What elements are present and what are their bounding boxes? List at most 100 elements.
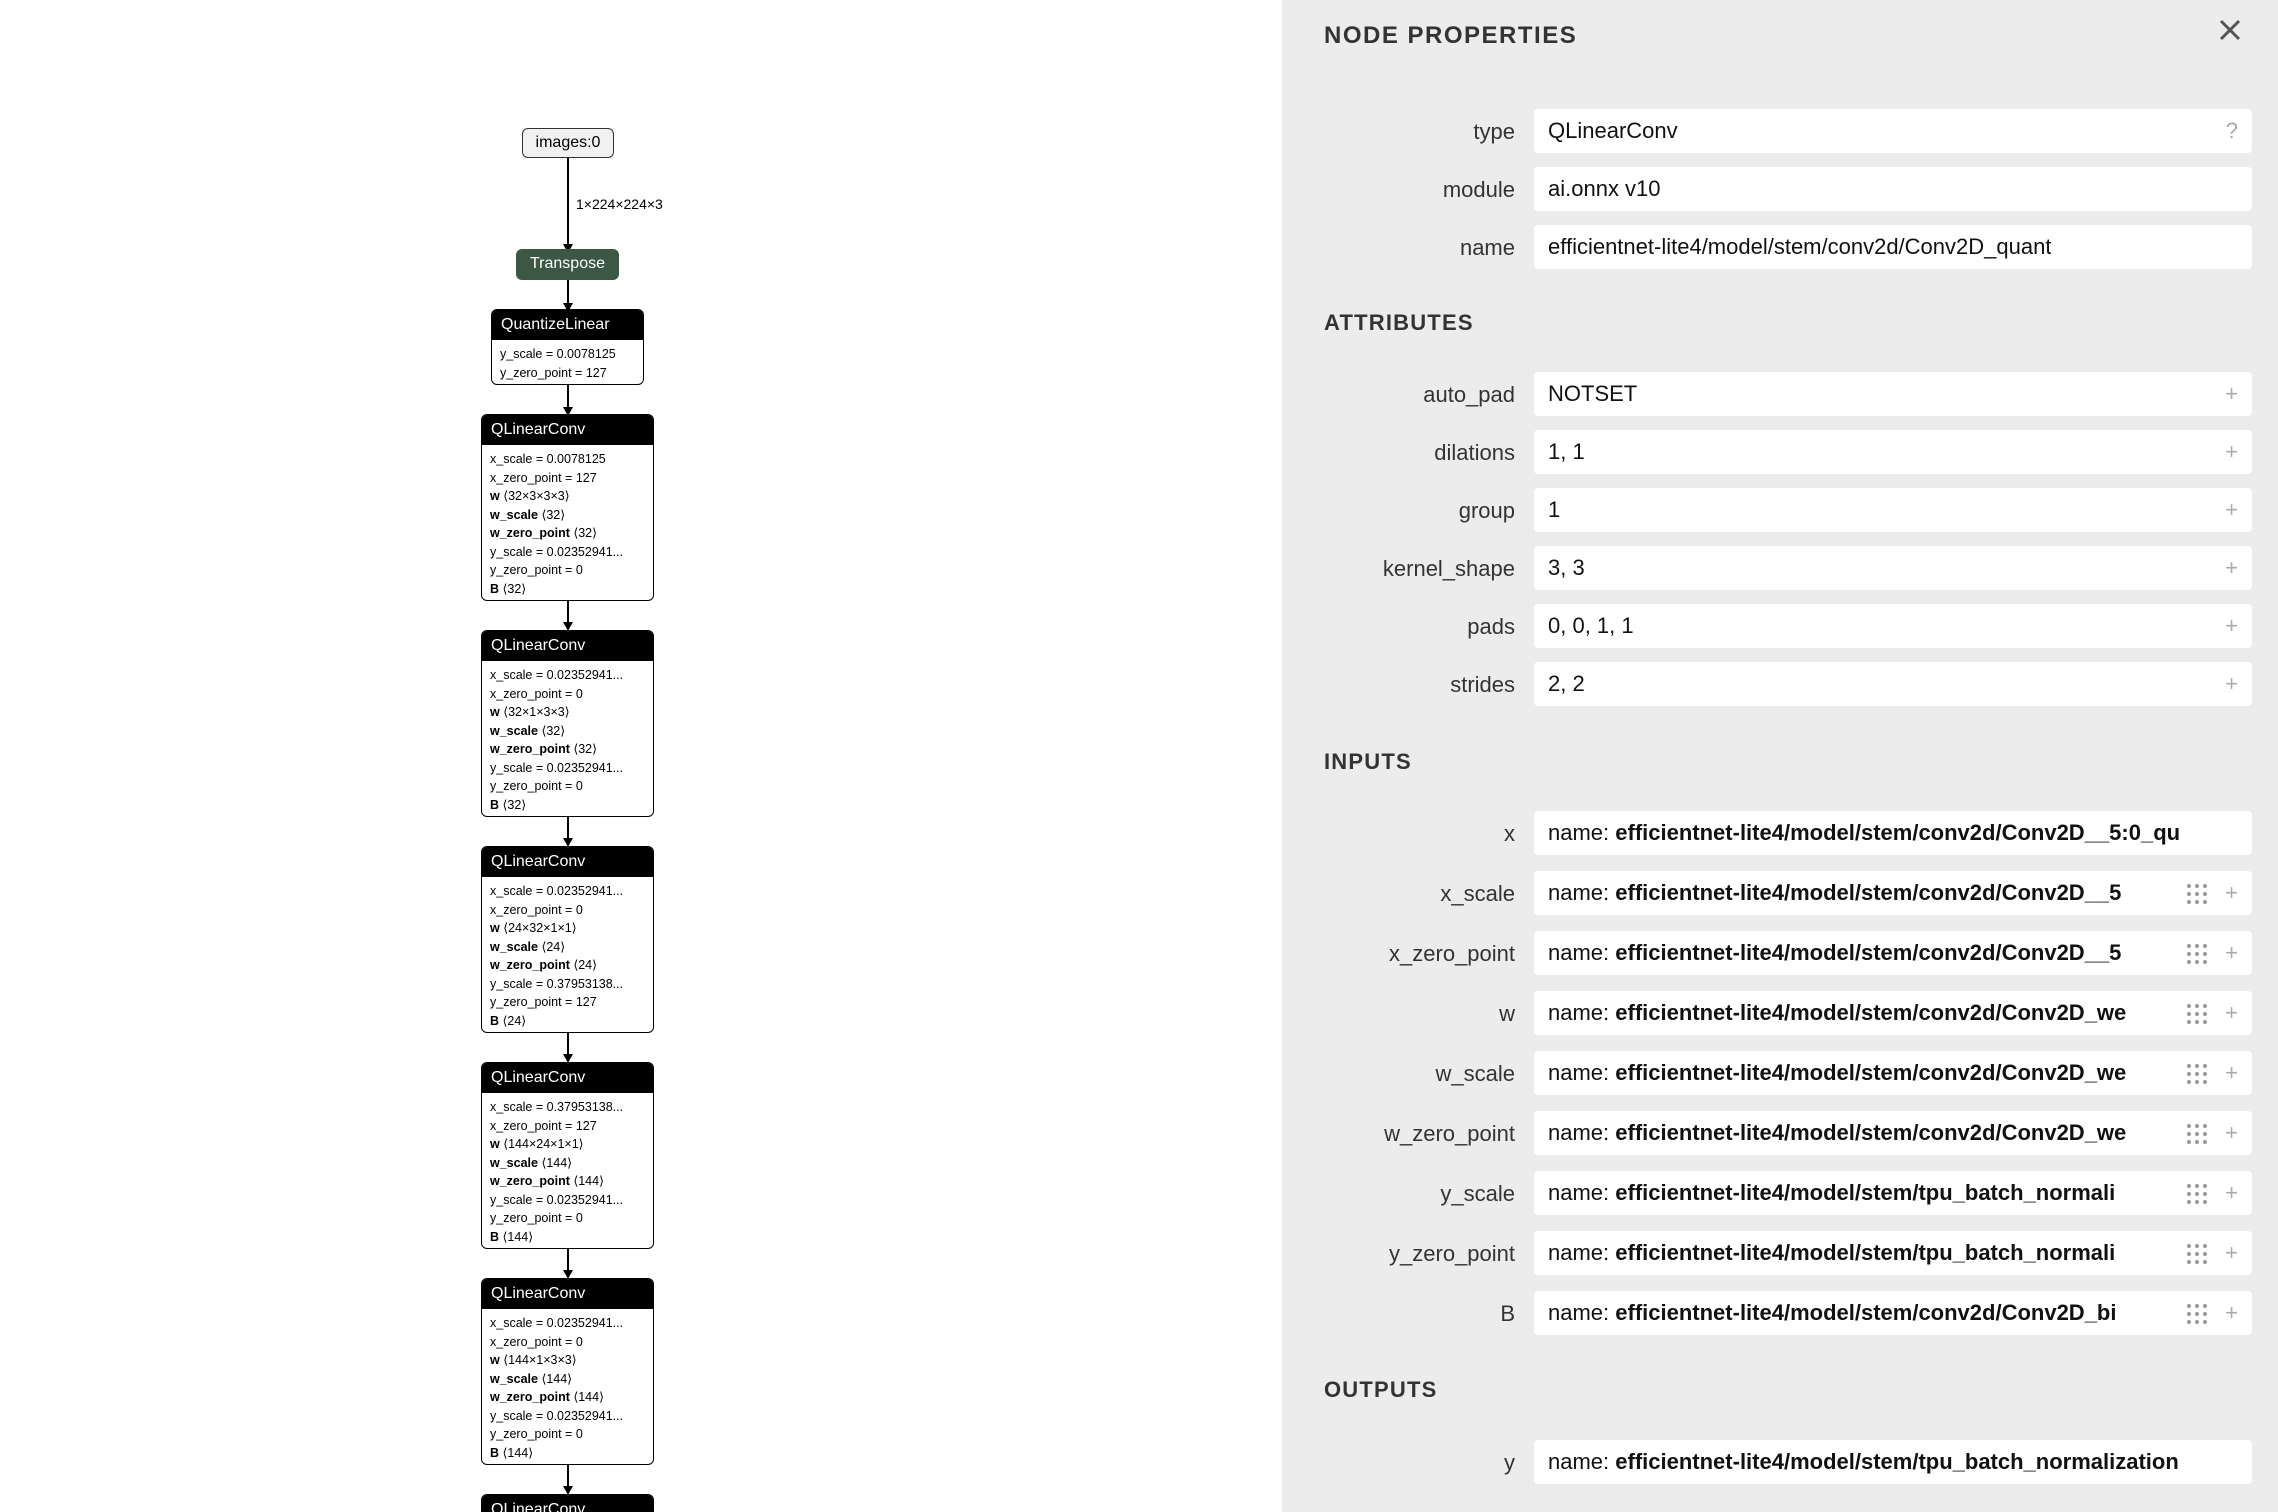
node-title: QLinearConv [482, 1279, 653, 1309]
edge [567, 601, 569, 622]
transpose-node[interactable]: Transpose [516, 249, 619, 280]
attribute-key: x_scale [490, 452, 533, 466]
property-value-text: 2, 2 [1548, 671, 1585, 696]
qlinearconv-node[interactable]: QLinearConv x_scale = 0.0078125 x_zero_poi… [481, 414, 654, 601]
qlinearconv-node[interactable]: QLinearConv [481, 1494, 654, 1512]
expand-button[interactable]: + [2225, 931, 2238, 975]
expand-button[interactable]: + [2225, 372, 2238, 416]
property-value-text: name: efficientnet-lite4/model/stem/tpu_… [1548, 1231, 2115, 1275]
attribute-key: w_scale [490, 507, 538, 522]
node-attribute: y_scale = 0.02352941... [490, 1191, 645, 1210]
property-value-field[interactable]: 3, 3 + [1534, 546, 2252, 590]
grid-dots-icon[interactable] [2187, 884, 2207, 904]
node-attribute: y_scale = 0.0078125 [500, 345, 635, 364]
qlinearconv-node[interactable]: QLinearConv x_scale = 0.37953138... x_zero… [481, 1062, 654, 1249]
attribute-value: = 127 [561, 1118, 597, 1133]
value-name: efficientnet-lite4/model/stem/tpu_batch_… [1615, 1180, 2116, 1205]
property-value-text: name: efficientnet-lite4/model/stem/conv… [1548, 931, 2121, 975]
attribute-key: x_scale [490, 668, 533, 682]
node-attribute: w_scale ⟨144⟩ [490, 1370, 645, 1389]
attribute-value: ⟨24⟩ [499, 1013, 527, 1028]
quantize-linear-node[interactable]: QuantizeLinear y_scale = 0.0078125 y_zero… [491, 309, 644, 385]
property-label: auto_pad [1423, 382, 1515, 407]
edge [567, 1249, 569, 1270]
property-value-field[interactable]: 1, 1 + [1534, 430, 2252, 474]
expand-button[interactable]: + [2225, 1111, 2238, 1155]
node-title: QLinearConv [482, 1495, 653, 1512]
attribute-key: w_zero_point [490, 1174, 570, 1188]
grid-dots-icon[interactable] [2187, 1184, 2207, 1204]
value-name: efficientnet-lite4/model/stem/conv2d/Con… [1615, 940, 2122, 965]
qlinearconv-node[interactable]: QLinearConv x_scale = 0.02352941... x_zero… [481, 846, 654, 1033]
close-icon[interactable] [2214, 14, 2246, 46]
property-value-field[interactable]: name: efficientnet-lite4/model/stem/conv… [1534, 1291, 2252, 1335]
value-name: efficientnet-lite4/model/stem/conv2d/Con… [1615, 820, 2181, 845]
property-value-field[interactable]: name: efficientnet-lite4/model/stem/conv… [1534, 931, 2252, 975]
attribute-value: = 0.37953138... [532, 976, 624, 991]
property-value-field[interactable]: name: efficientnet-lite4/model/stem/tpu_… [1534, 1231, 2252, 1275]
attribute-key: B [490, 1229, 500, 1244]
property-value-field[interactable]: QLinearConv? [1534, 109, 2252, 153]
attribute-value: = 0.02352941... [532, 544, 624, 559]
node-attribute: w_zero_point ⟨32⟩ [490, 740, 645, 759]
expand-button[interactable]: + [2225, 604, 2238, 648]
graph-canvas[interactable]: images:0 1×224×224×3 Transpose QuantizeL… [0, 0, 1282, 1512]
attribute-key: w_scale [490, 1155, 538, 1170]
expand-button[interactable]: + [2225, 1051, 2238, 1095]
expand-button[interactable]: + [2225, 1291, 2238, 1335]
grid-dots-icon[interactable] [2187, 1304, 2207, 1324]
property-label: type [1473, 119, 1515, 144]
value-prefix: name: [1548, 1120, 1616, 1145]
node-attribute: x_zero_point = 0 [490, 685, 645, 704]
property-value-field[interactable]: 0, 0, 1, 1 + [1534, 604, 2252, 648]
node-attribute: y_scale = 0.02352941... [490, 543, 645, 562]
node-attribute: w_zero_point ⟨24⟩ [490, 956, 645, 975]
property-value-text: 0, 0, 1, 1 [1548, 613, 1634, 638]
property-value-field[interactable]: 2, 2 + [1534, 662, 2252, 706]
attribute-value: ⟨24⟩ [537, 939, 566, 954]
graph-input-node[interactable]: images:0 [522, 128, 614, 158]
node-title: QuantizeLinear [492, 310, 643, 340]
node-attribute: w_scale ⟨32⟩ [490, 506, 645, 525]
expand-button[interactable]: + [2225, 1171, 2238, 1215]
expand-button[interactable]: + [2225, 871, 2238, 915]
node-title: QLinearConv [482, 1063, 653, 1093]
expand-button[interactable]: + [2225, 991, 2238, 1035]
qlinearconv-node[interactable]: QLinearConv x_scale = 0.02352941... x_zero… [481, 630, 654, 817]
property-value-field[interactable]: ai.onnx v10 [1534, 167, 2252, 211]
node-attribute: B ⟨144⟩ [490, 1228, 645, 1247]
node-attribute: y_scale = 0.02352941... [490, 1407, 645, 1426]
grid-dots-icon[interactable] [2187, 1004, 2207, 1024]
qlinearconv-node[interactable]: QLinearConv x_scale = 0.02352941... x_zero… [481, 1278, 654, 1465]
property-value-field[interactable]: name: efficientnet-lite4/model/stem/conv… [1534, 1051, 2252, 1095]
property-value-field[interactable]: name: efficientnet-lite4/model/stem/tpu_… [1534, 1171, 2252, 1215]
grid-dots-icon[interactable] [2187, 944, 2207, 964]
grid-dots-icon[interactable] [2187, 1124, 2207, 1144]
attribute-value: = 0 [561, 902, 583, 917]
property-value-field[interactable]: name: efficientnet-lite4/model/stem/conv… [1534, 991, 2252, 1035]
property-value-field[interactable]: 1 + [1534, 488, 2252, 532]
node-attribute: B ⟨32⟩ [490, 796, 645, 815]
property-value-field[interactable]: name: efficientnet-lite4/model/stem/conv… [1534, 811, 2252, 855]
property-value-field[interactable]: efficientnet-lite4/model/stem/conv2d/Con… [1534, 225, 2252, 269]
attributes-section-title: ATTRIBUTES [1324, 310, 1474, 335]
node-attribute: y_zero_point = 0 [490, 777, 645, 796]
node-attributes: x_scale = 0.37953138... x_zero_point = 12… [482, 1093, 653, 1248]
property-value-field[interactable]: name: efficientnet-lite4/model/stem/tpu_… [1534, 1440, 2252, 1484]
expand-button[interactable]: + [2225, 430, 2238, 474]
expand-button[interactable]: + [2225, 488, 2238, 532]
grid-dots-icon[interactable] [2187, 1064, 2207, 1084]
attribute-value: = 127 [571, 365, 607, 380]
property-value-text: 1 [1548, 497, 1561, 522]
value-prefix: name: [1548, 940, 1616, 965]
help-button[interactable]: ? [2226, 109, 2238, 153]
property-label: w_zero_point [1384, 1121, 1515, 1146]
property-value-field[interactable]: name: efficientnet-lite4/model/stem/conv… [1534, 1111, 2252, 1155]
attribute-value: ⟨32⟩ [569, 526, 598, 540]
property-value-field[interactable]: NOTSET + [1534, 372, 2252, 416]
expand-button[interactable]: + [2225, 662, 2238, 706]
expand-button[interactable]: + [2225, 1231, 2238, 1275]
property-value-field[interactable]: name: efficientnet-lite4/model/stem/conv… [1534, 871, 2252, 915]
expand-button[interactable]: + [2225, 546, 2238, 590]
grid-dots-icon[interactable] [2187, 1244, 2207, 1264]
